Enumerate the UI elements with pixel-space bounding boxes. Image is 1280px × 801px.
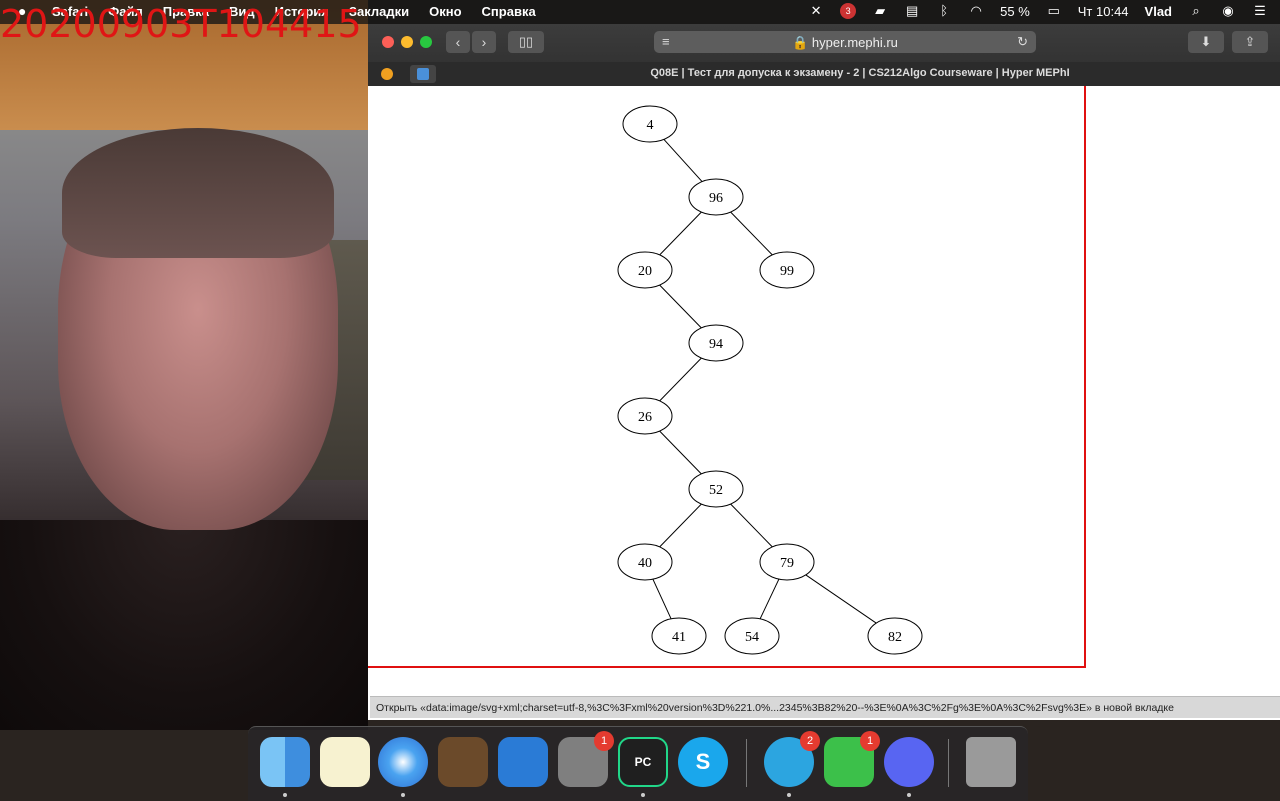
toolbar: ‹ › ▯▯ ≡ 🔒 hyper.mephi.ru ↻ ⬇ ⇪ xyxy=(368,24,1280,63)
tree-node-label: 40 xyxy=(638,556,652,571)
tree-node-label: 26 xyxy=(638,410,652,425)
tool-icon[interactable]: ✕ xyxy=(808,3,824,19)
running-indicator xyxy=(907,793,911,797)
status-bar: Открыть «data:image/svg+xml;charset=utf-… xyxy=(370,696,1280,718)
trash-icon[interactable] xyxy=(966,737,1016,787)
tree-edge-79-82 xyxy=(805,574,877,624)
back-button[interactable]: ‹ xyxy=(446,31,470,53)
tree-node-label: 94 xyxy=(709,337,723,352)
tree-node-94: 94 xyxy=(688,324,744,362)
running-indicator xyxy=(401,793,405,797)
page-content: 4 96 20 99 94 26 52 40 79 41 54 82 xyxy=(368,86,1280,720)
tree-node-40: 40 xyxy=(617,543,673,581)
tree-node-54: 54 xyxy=(724,617,780,655)
skype-icon[interactable]: S xyxy=(678,737,728,787)
person-hair xyxy=(62,128,334,258)
person-shirt xyxy=(0,520,368,730)
share-button[interactable]: ⇪ xyxy=(1232,31,1268,53)
tree-node-label: 52 xyxy=(709,483,723,498)
tree-node-96: 96 xyxy=(688,178,744,216)
xcode-icon[interactable] xyxy=(498,737,548,787)
tree-edge-96-99 xyxy=(730,211,773,256)
fullscreen-window-button[interactable] xyxy=(420,36,432,48)
favorite-tab-2[interactable] xyxy=(410,65,436,83)
flag-icon[interactable]: ▤ xyxy=(904,3,920,19)
message-icon[interactable]: ▰ xyxy=(872,3,888,19)
user-name[interactable]: Vlad xyxy=(1145,4,1172,19)
clock[interactable]: Чт 10:44 xyxy=(1078,4,1129,19)
tree-node-label: 99 xyxy=(780,264,794,279)
siri-icon[interactable]: ◉ xyxy=(1220,3,1236,19)
binary-tree-diagram: 4 96 20 99 94 26 52 40 79 41 54 82 xyxy=(617,105,923,655)
tree-node-26: 26 xyxy=(617,397,673,435)
minimize-window-button[interactable] xyxy=(401,36,413,48)
facetime-badge: 1 xyxy=(860,731,880,751)
tree-edge-79-54 xyxy=(759,578,780,620)
tree-edge-26-52 xyxy=(659,430,702,475)
dock: 1 PC S 2 1 xyxy=(248,726,1028,801)
telegram-icon[interactable]: 2 xyxy=(764,731,820,787)
tree-edge-20-94 xyxy=(659,284,702,329)
tree-node-label: 82 xyxy=(888,630,902,645)
wifi-icon[interactable]: ◠ xyxy=(968,3,984,19)
reload-icon[interactable]: ↻ xyxy=(1017,34,1028,50)
menu-window[interactable]: Окно xyxy=(429,4,461,19)
status-area: ✕ 3 ▰ ▤ ᛒ ◠ 55 % ▭ Чт 10:44 Vlad ⌕ ◉ ☰ xyxy=(808,3,1268,19)
webcam-timestamp: 20200903T104415 xyxy=(0,2,362,46)
tree-node-label: 96 xyxy=(709,191,723,206)
pycharm-icon[interactable]: PC xyxy=(618,737,668,787)
battery-icon[interactable]: ▭ xyxy=(1046,3,1062,19)
tree-node-41: 41 xyxy=(651,617,707,655)
bluetooth-icon[interactable]: ᛒ xyxy=(936,3,952,19)
favorite-tab-1[interactable] xyxy=(374,65,400,83)
url-text: 🔒 hyper.mephi.ru xyxy=(792,35,898,50)
tree-node-79: 79 xyxy=(759,543,815,581)
system-preferences-icon[interactable]: 1 xyxy=(558,731,614,787)
notification-icon[interactable]: 3 xyxy=(840,3,857,19)
tree-node-82: 82 xyxy=(867,617,923,655)
tree-edge-40-41 xyxy=(652,579,672,619)
running-indicator xyxy=(787,793,791,797)
sidebar-toggle-button[interactable]: ▯▯ xyxy=(508,31,544,53)
webcam-feed xyxy=(0,0,368,730)
tree-node-label: 4 xyxy=(647,118,654,133)
tab-bar: Q08E | Тест для допуска к экзамену - 2 |… xyxy=(368,62,1280,87)
safari-icon[interactable] xyxy=(378,737,428,787)
downloads-button[interactable]: ⬇ xyxy=(1188,31,1224,53)
tree-node-52: 52 xyxy=(688,470,744,508)
dock-separator-2 xyxy=(948,739,949,787)
tree-frame: 4 96 20 99 94 26 52 40 79 41 54 82 xyxy=(368,86,1086,668)
active-tab-title[interactable]: Q08E | Тест для допуска к экзамену - 2 |… xyxy=(440,67,1280,79)
running-indicator xyxy=(283,793,287,797)
garageband-icon[interactable] xyxy=(438,737,488,787)
tree-node-label: 79 xyxy=(780,556,794,571)
tree-node-label: 54 xyxy=(745,630,759,645)
dock-separator xyxy=(746,739,747,787)
tree-edge-52-40 xyxy=(659,503,702,548)
tree-edge-52-79 xyxy=(730,503,773,548)
system-preferences-badge: 1 xyxy=(594,731,614,751)
discord-icon[interactable] xyxy=(884,737,934,787)
telegram-badge: 2 xyxy=(800,731,820,751)
tree-edge-94-26 xyxy=(659,357,702,402)
safari-window: ‹ › ▯▯ ≡ 🔒 hyper.mephi.ru ↻ ⬇ ⇪ Q08E | Т… xyxy=(368,24,1280,720)
spotlight-icon[interactable]: ⌕ xyxy=(1188,3,1204,19)
address-bar[interactable]: ≡ 🔒 hyper.mephi.ru ↻ xyxy=(654,31,1036,53)
facetime-icon[interactable]: 1 xyxy=(824,731,880,787)
notification-center-icon[interactable]: ☰ xyxy=(1252,3,1268,19)
tree-edge-96-20 xyxy=(659,211,702,256)
tree-node-20: 20 xyxy=(617,251,673,289)
tree-node-label: 41 xyxy=(672,630,686,645)
menu-help[interactable]: Справка xyxy=(482,4,536,19)
battery-percent[interactable]: 55 % xyxy=(1000,4,1030,19)
tree-node-99: 99 xyxy=(759,251,815,289)
notes-icon[interactable] xyxy=(320,737,370,787)
finder-icon[interactable] xyxy=(260,737,310,787)
tree-edge-4-96 xyxy=(663,139,703,182)
tree-node-4: 4 xyxy=(622,105,678,143)
forward-button[interactable]: › xyxy=(472,31,496,53)
tree-node-label: 20 xyxy=(638,264,652,279)
close-window-button[interactable] xyxy=(382,36,394,48)
running-indicator xyxy=(641,793,645,797)
